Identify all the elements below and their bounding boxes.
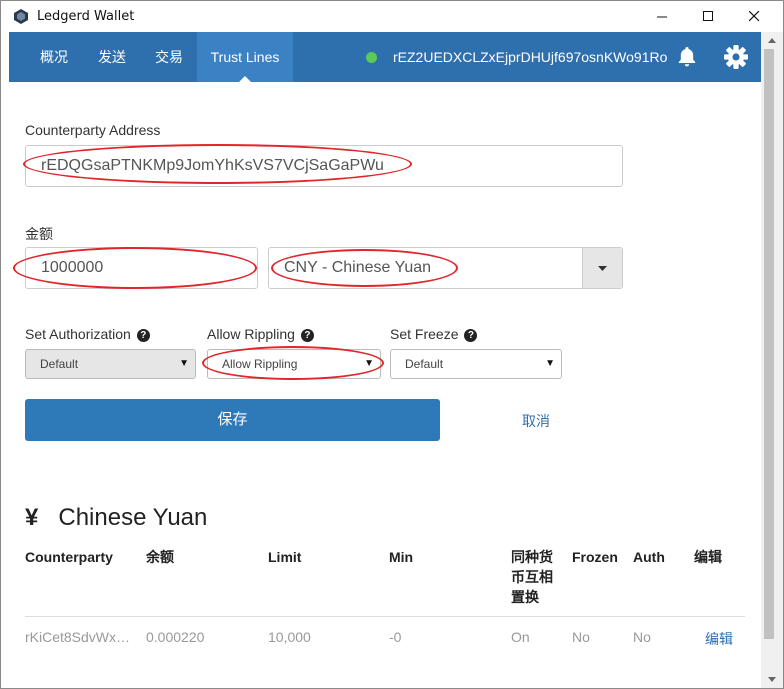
row-rippling: On xyxy=(511,629,530,645)
column-header-rippling: 同种货币互相置换 xyxy=(511,549,553,605)
counterparty-value: rEDQGsaPTNKMp9JomYhKsVS7VCjSaGaPWu xyxy=(41,157,384,174)
currency-name: Chinese Yuan xyxy=(58,504,208,531)
help-icon[interactable]: ? xyxy=(300,329,314,342)
active-tab-caret xyxy=(239,76,251,82)
close-button[interactable] xyxy=(731,1,777,32)
help-icon[interactable]: ? xyxy=(464,329,478,342)
row-min: -0 xyxy=(389,629,402,645)
column-header-min: Min xyxy=(389,549,414,565)
column-header-edit: 编辑 xyxy=(694,549,722,565)
help-icon[interactable]: ? xyxy=(136,329,150,342)
column-header-counterparty: Counterparty xyxy=(25,549,113,565)
account-address: rEZ2UEDXCLZxEjprDHUjf697osnKWo91Ro xyxy=(393,49,668,65)
currency-select-value: CNY - Chinese Yuan xyxy=(284,259,432,276)
column-header-limit: Limit xyxy=(268,549,302,565)
set-freeze-label: Set Freeze? xyxy=(390,326,478,342)
tab-send[interactable]: 发送 xyxy=(87,32,137,82)
window-title: Ledgerd Wallet xyxy=(37,9,135,24)
amount-input[interactable]: 1000000 xyxy=(25,247,258,289)
tab-trust-lines-label: Trust Lines xyxy=(210,49,280,65)
allow-rippling-label-text: Allow Rippling xyxy=(207,326,295,342)
select-arrow-icon: ▼ xyxy=(545,358,555,369)
allow-rippling-value: Allow Rippling xyxy=(222,357,298,371)
maximize-button[interactable] xyxy=(685,1,731,32)
connection-status-dot xyxy=(366,52,377,63)
bell-icon[interactable] xyxy=(675,45,699,69)
column-header-frozen: Frozen xyxy=(572,549,618,565)
amount-value: 1000000 xyxy=(41,259,104,276)
column-header-balance: 余额 xyxy=(146,549,174,565)
allow-rippling-label: Allow Rippling? xyxy=(207,326,314,342)
save-button[interactable]: 保存 xyxy=(25,399,440,441)
maximize-icon xyxy=(702,11,713,21)
gear-icon[interactable] xyxy=(723,44,749,70)
minimize-icon xyxy=(656,16,667,18)
row-frozen: No xyxy=(572,629,590,645)
row-edit-link[interactable]: 编辑 xyxy=(705,629,733,649)
table-divider xyxy=(25,616,745,617)
column-header-auth: Auth xyxy=(633,549,665,565)
row-auth: No xyxy=(633,629,651,645)
caret-down-icon xyxy=(598,265,607,271)
tab-overview[interactable]: 概况 xyxy=(29,32,79,82)
main-nav: 概况 发送 交易 Trust Lines rEZ2UEDXCLZxEjprDHU… xyxy=(9,32,761,82)
scroll-down-arrow-icon[interactable] xyxy=(761,671,783,688)
currency-symbol: ¥ xyxy=(25,504,39,531)
counterparty-label: Counterparty Address xyxy=(25,122,161,138)
currency-select[interactable]: CNY - Chinese Yuan xyxy=(268,247,623,289)
allow-rippling-select[interactable]: Allow Rippling ▼ xyxy=(207,349,381,379)
tab-transactions[interactable]: 交易 xyxy=(144,32,194,82)
cancel-link[interactable]: 取消 xyxy=(522,411,550,431)
set-freeze-label-text: Set Freeze xyxy=(390,326,459,342)
set-authorization-label-text: Set Authorization xyxy=(25,326,131,342)
counterparty-input[interactable]: rEDQGsaPTNKMp9JomYhKsVS7VCjSaGaPWu xyxy=(25,145,623,187)
close-icon xyxy=(748,11,759,22)
select-arrow-icon: ▼ xyxy=(179,358,189,369)
row-counterparty: rKiCet8SdvWx… xyxy=(25,629,131,645)
title-bar: Ledgerd Wallet xyxy=(1,1,783,32)
set-authorization-label: Set Authorization? xyxy=(25,326,150,342)
set-authorization-select[interactable]: Default ▼ xyxy=(25,349,196,379)
tab-trust-lines[interactable]: Trust Lines xyxy=(197,32,293,82)
app-logo-icon xyxy=(14,9,28,24)
row-limit: 10,000 xyxy=(268,629,311,645)
scroll-thumb[interactable] xyxy=(764,49,774,639)
app-window: Ledgerd Wallet 概况 发送 交易 Trust Lines rEZ2… xyxy=(0,0,784,689)
amount-label: 金额 xyxy=(25,226,53,242)
set-freeze-select[interactable]: Default ▼ xyxy=(390,349,562,379)
vertical-scrollbar[interactable] xyxy=(761,32,783,688)
row-balance: 0.000220 xyxy=(146,629,205,645)
scroll-up-arrow-icon[interactable] xyxy=(761,32,783,49)
set-freeze-value: Default xyxy=(405,357,444,371)
currency-heading: ¥ Chinese Yuan xyxy=(25,504,207,532)
select-arrow-icon: ▼ xyxy=(364,358,374,369)
currency-dropdown-button[interactable] xyxy=(582,248,622,288)
minimize-button[interactable] xyxy=(639,1,685,32)
set-authorization-value: Default xyxy=(40,357,79,371)
